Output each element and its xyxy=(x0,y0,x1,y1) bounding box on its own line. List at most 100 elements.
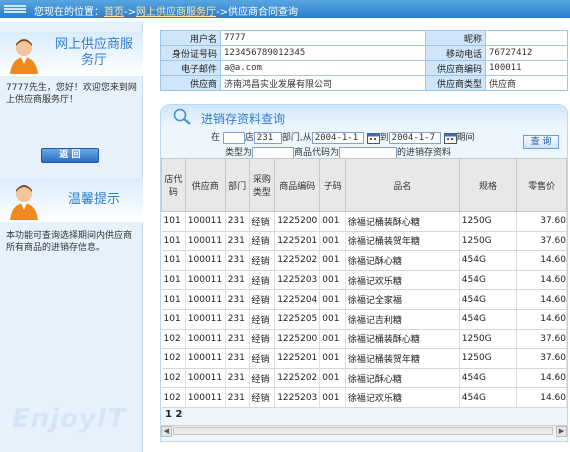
period-label: 期间 xyxy=(456,133,475,143)
dept-label: 部门,从 xyxy=(281,133,312,143)
table-cell: 100011 xyxy=(185,309,226,330)
table-cell: 102 xyxy=(161,387,186,408)
query-button[interactable]: 查 询 xyxy=(523,135,559,149)
breadcrumb-home-link[interactable]: 首页 xyxy=(104,7,124,18)
table-cell: 1225203 xyxy=(274,387,321,408)
table-cell: 14.60 xyxy=(516,289,567,310)
greeting-text: 7777先生，您好！欢迎您来到网上供应商服务厅！ xyxy=(6,83,137,105)
supplier-code-label: 供应商编码 xyxy=(425,60,486,76)
table-cell: 101 xyxy=(161,309,186,330)
back-button[interactable]: 返 回 xyxy=(41,148,99,163)
col-header[interactable]: 店代码 xyxy=(161,158,186,212)
table-row[interactable]: 101 100011 231 经销 1225205 001 徐福记吉利糖 454G 14.60 xyxy=(161,309,567,330)
pagination: 1 2 xyxy=(165,409,182,420)
table-cell: 102 xyxy=(161,368,186,389)
product-code-input[interactable] xyxy=(339,146,398,159)
table-cell: 454G xyxy=(459,387,518,408)
table-cell: 102 xyxy=(161,348,186,369)
table-row[interactable]: 102 100011 231 经销 1225200 001 徐福记桶装酥心糖 1250G 37.… xyxy=(161,329,567,350)
table-row[interactable]: 101 100011 231 经销 1225202 001 徐福记酥心糖 454G 14.60 xyxy=(161,250,567,271)
table-cell: 徐福记欢乐糖 xyxy=(345,270,460,291)
col-header[interactable]: 品名 xyxy=(344,158,460,212)
table-cell: 经销 xyxy=(249,309,276,330)
scroll-left-arrow-icon[interactable]: ◀ xyxy=(161,426,172,437)
table-row[interactable]: 102 100011 231 经销 1225203 001 徐福记欢乐糖 454G 14.60 xyxy=(161,387,567,408)
page-link-2[interactable]: 2 xyxy=(175,409,182,420)
table-cell: 1225201 xyxy=(274,348,321,369)
table-cell: 001 xyxy=(319,368,346,389)
col-header[interactable]: 采购类型 xyxy=(248,158,276,212)
table-cell: 经销 xyxy=(249,329,276,350)
type-input[interactable] xyxy=(252,146,295,159)
scroll-right-arrow-icon[interactable]: ▶ xyxy=(556,426,567,437)
calendar-to-icon[interactable] xyxy=(443,132,457,144)
table-cell: 徐福记桶装贺年糖 xyxy=(345,231,460,252)
table-cell: 454G xyxy=(459,309,518,330)
table-cell: 231 xyxy=(225,387,250,408)
to-label: 到 xyxy=(379,133,389,143)
table-cell: 231 xyxy=(225,329,250,350)
table-cell: 001 xyxy=(319,231,346,252)
magnifier-icon xyxy=(173,108,191,125)
table-cell: 徐福记桶装酥心糖 xyxy=(345,329,460,350)
dept-input[interactable]: 231 xyxy=(253,131,282,144)
table-cell: 徐福记吉利糖 xyxy=(345,309,460,330)
table-cell: 100011 xyxy=(185,348,226,369)
table-row[interactable]: 101 100011 231 经销 1225204 001 徐福记全家福 454G 14.60 xyxy=(161,289,567,310)
table-cell: 经销 xyxy=(249,368,276,389)
filter-row-1: 在 店 231 部门,从 2004-1-1 到 2004-1-7 期间 xyxy=(211,130,475,144)
service-hall-header: 网上供应商服务厅 xyxy=(0,32,143,76)
breadcrumb-separator: -> xyxy=(216,7,228,18)
code-label: 商品代码为 xyxy=(294,148,340,158)
username-value: 7777 xyxy=(220,30,426,46)
table-cell: 454G xyxy=(459,270,518,291)
table-cell: 231 xyxy=(225,368,250,389)
page-link-1[interactable]: 1 xyxy=(165,409,172,420)
col-header[interactable]: 商品编码 xyxy=(274,158,321,212)
table-cell: 1250G xyxy=(459,329,518,350)
inventory-query-panel: 进销存资料查询 在 店 231 部门,从 2004-1-1 到 2004-1-7 期间 … xyxy=(160,104,568,442)
table-cell: 1225200 xyxy=(274,211,321,232)
username-label: 用户名 xyxy=(160,30,221,46)
table-cell: 1225202 xyxy=(274,368,321,389)
panel-header: 进销存资料查询 xyxy=(161,105,567,127)
table-cell: 102 xyxy=(161,329,186,350)
table-cell: 454G xyxy=(459,368,518,389)
col-header[interactable]: 部门 xyxy=(224,158,250,212)
scroll-thumb[interactable] xyxy=(173,427,553,435)
table-cell: 231 xyxy=(225,348,250,369)
tips-header: 温馨提示 xyxy=(0,178,143,222)
col-header[interactable]: 规格 xyxy=(458,158,518,212)
store-input[interactable] xyxy=(222,131,245,144)
breadcrumb-section-link[interactable]: 网上供应商服务厅 xyxy=(136,7,216,18)
calendar-from-icon[interactable] xyxy=(366,132,380,144)
table-cell: 100011 xyxy=(185,329,226,350)
table-row[interactable]: 101 100011 231 经销 1225203 001 徐福记欢乐糖 454G 14.60 xyxy=(161,270,567,291)
table-row[interactable]: 101 100011 231 经销 1225200 001 徐福记桶装酥心糖 1250G 37.… xyxy=(161,211,567,232)
date-to-input[interactable]: 2004-1-7 xyxy=(388,131,441,144)
table-cell: 徐福记桶装酥心糖 xyxy=(345,211,460,232)
store-label: 店 xyxy=(244,133,254,143)
table-cell: 100011 xyxy=(185,211,226,232)
horizontal-scrollbar[interactable]: ◀ ▶ xyxy=(161,425,567,437)
table-cell: 1250G xyxy=(459,348,518,369)
table-cell: 231 xyxy=(225,309,250,330)
breadcrumb-prefix: 您现在的位置： xyxy=(34,7,104,18)
table-row[interactable]: 102 100011 231 经销 1225202 001 徐福记酥心糖 454G 14.60 xyxy=(161,368,567,389)
nickname-label: 昵称 xyxy=(425,30,486,46)
table-cell: 徐福记全家福 xyxy=(345,289,460,310)
table-row[interactable]: 102 100011 231 经销 1225201 001 徐福记桶装贺年糖 1250G 37.… xyxy=(161,348,567,369)
idcard-value: 123456789012345 xyxy=(220,45,426,61)
col-header[interactable]: 零售价 xyxy=(516,158,567,212)
panel-title: 进销存资料查询 xyxy=(201,112,286,126)
table-cell: 37.60 xyxy=(516,348,567,369)
date-from-input[interactable]: 2004-1-1 xyxy=(311,131,364,144)
table-cell: 101 xyxy=(161,211,186,232)
col-header[interactable]: 子码 xyxy=(319,158,346,212)
table-cell: 1225201 xyxy=(274,231,321,252)
table-cell: 徐福记酥心糖 xyxy=(345,250,460,271)
col-header[interactable]: 供应商 xyxy=(184,158,226,212)
service-hall-title: 网上供应商服务厅 xyxy=(54,37,133,68)
table-row[interactable]: 101 100011 231 经销 1225201 001 徐福记桶装贺年糖 1250G 37.… xyxy=(161,231,567,252)
table-cell: 231 xyxy=(225,270,250,291)
